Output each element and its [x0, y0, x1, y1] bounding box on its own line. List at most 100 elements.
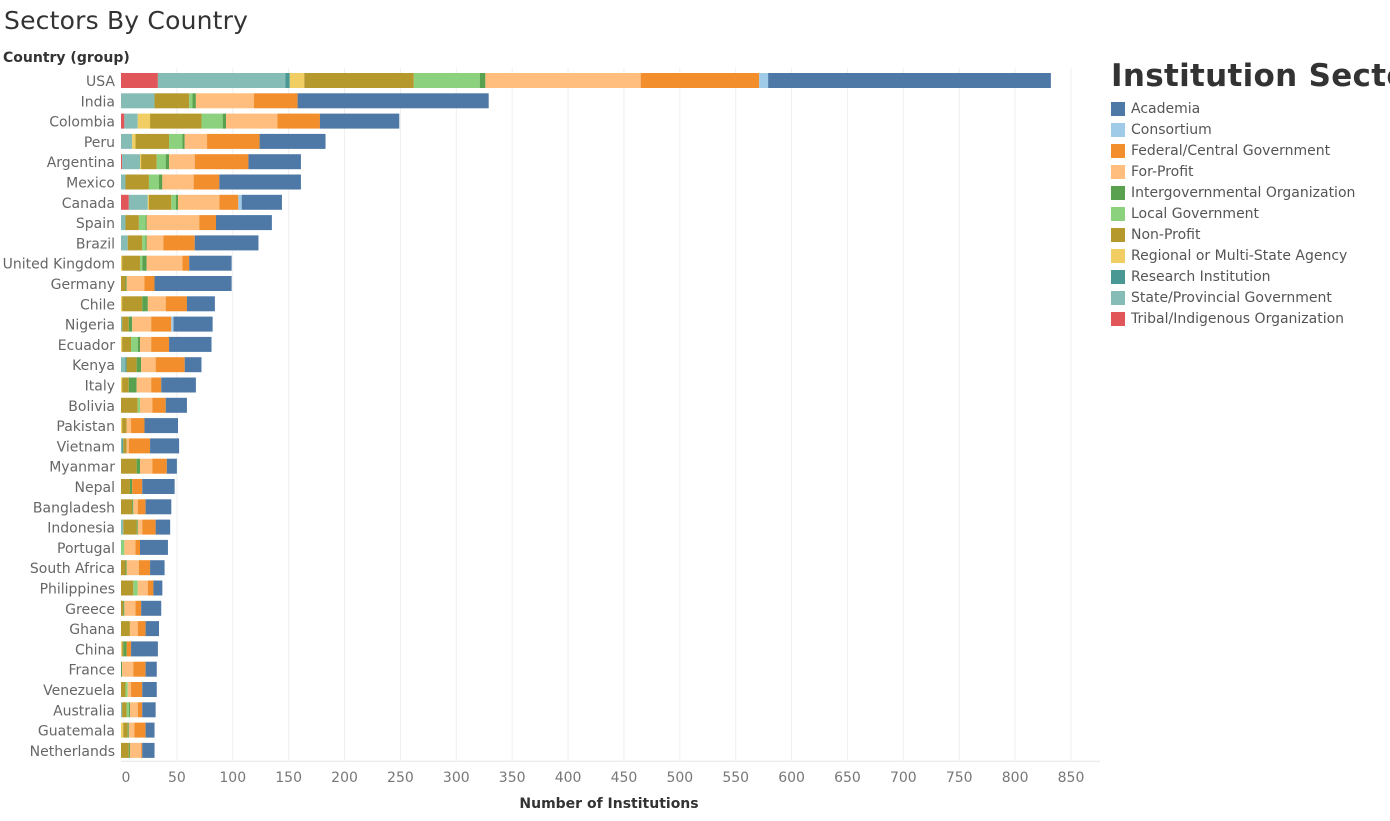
- bar-segment[interactable]: Bangladesh — Non-Profit: 10: [121, 499, 133, 515]
- bar-segment[interactable]: Peru — State/Provincial Government: 10: [121, 133, 133, 149]
- bar-segment[interactable]: Philippines — Local Government: 4: [133, 580, 138, 596]
- bar-segment[interactable]: Bolivia — For-Profit: 11: [140, 397, 153, 413]
- bar-segment[interactable]: Vietnam — State/Provincial Government: 1: [121, 438, 123, 454]
- bar-segment[interactable]: United Kingdom — Local Government: 2: [140, 255, 143, 271]
- bar-segment[interactable]: Greece — For-Profit: 10: [124, 600, 136, 616]
- bar-segment[interactable]: Brazil — Federal/Central Government: 28: [163, 235, 195, 251]
- bar-segment[interactable]: United Kingdom — Academia: 38: [189, 255, 232, 271]
- bar-segment[interactable]: Chile — Non-Profit: 18: [122, 296, 143, 312]
- bar-segment[interactable]: Venezuela — Local Government: 2: [125, 682, 128, 697]
- bar-segment[interactable]: Ghana — Federal/Central Government: 7: [137, 621, 146, 637]
- bar-segment[interactable]: Kenya — Federal/Central Government: 26: [155, 357, 185, 373]
- bar-segment[interactable]: Mexico — For-Profit: 28: [162, 174, 194, 190]
- bar-segment[interactable]: Mexico — Federal/Central Government: 23: [193, 174, 220, 190]
- bar-segment[interactable]: India — Local Government: 3: [189, 93, 193, 109]
- bar-segment[interactable]: Indonesia — Intergovernmental Organizati…: [136, 519, 138, 535]
- bar-segment[interactable]: Vietnam — Research Institution: 1: [122, 438, 124, 454]
- bar-segment[interactable]: Bangladesh — Federal/Central Government:…: [137, 499, 146, 515]
- bar-segment[interactable]: Indonesia — For-Profit: 4: [137, 519, 143, 535]
- bar-segment[interactable]: Spain — State/Provincial Government: 4: [121, 215, 126, 231]
- bar-segment[interactable]: Nigeria — For-Profit: 17: [132, 316, 152, 332]
- bar-segment[interactable]: Mexico — Intergovernmental Organization:…: [159, 174, 163, 190]
- bar-segment[interactable]: Netherlands — Federal/Central Government…: [141, 742, 143, 758]
- bar-segment[interactable]: Netherlands — Academia: 11: [142, 742, 155, 758]
- legend-item[interactable]: Local Government: [1111, 203, 1390, 224]
- bar-segment[interactable]: India — Non-Profit: 31: [154, 93, 190, 109]
- bar-segment[interactable]: Brazil — Non-Profit: 13: [127, 235, 143, 251]
- bar-segment[interactable]: Argentina — State/Provincial Government:…: [122, 154, 140, 170]
- bar-segment[interactable]: Greece — Non-Profit: 2: [121, 600, 124, 616]
- legend-item[interactable]: Research Institution: [1111, 266, 1390, 287]
- bar-segment[interactable]: China — Academia: 24: [131, 641, 158, 657]
- bar-segment[interactable]: Argentina — Regional or Multi-State Agen…: [140, 154, 142, 170]
- bar-segment[interactable]: Germany — Non-Profit: 4: [121, 276, 126, 291]
- bar-segment[interactable]: Canada — Consortium: 3: [238, 194, 242, 210]
- bar-segment[interactable]: Bangladesh — For-Profit: 4: [133, 499, 138, 515]
- bar-segment[interactable]: Philippines — Non-Profit: 11: [121, 580, 134, 596]
- bar-segment[interactable]: Vietnam — Academia: 26: [150, 438, 180, 454]
- bar-segment[interactable]: United Kingdom — For-Profit: 32: [146, 255, 183, 271]
- bar-segment[interactable]: Italy — Non-Profit: 6: [122, 377, 129, 393]
- bar-segment[interactable]: Guatemala — Non-Profit: 4: [123, 722, 128, 738]
- bar-segment[interactable]: France — Federal/Central Government: 11: [133, 661, 146, 677]
- bar-segment[interactable]: India — Intergovernmental Organization: …: [192, 93, 196, 109]
- bar-segment[interactable]: Argentina — Academia: 47: [248, 154, 301, 170]
- bar-segment[interactable]: Nepal — Non-Profit: 8: [121, 479, 130, 494]
- bar-segment[interactable]: Chile — Academia: 25: [186, 296, 215, 312]
- bar-segment[interactable]: Brazil — For-Profit: 15: [146, 235, 164, 251]
- bar-segment[interactable]: Canada — Local Government: 4: [171, 194, 176, 210]
- bar-segment[interactable]: Argentina — Tribal/Indigenous Organizati…: [121, 154, 123, 170]
- bar-segment[interactable]: United Kingdom — Federal/Central Governm…: [182, 255, 190, 271]
- bar-segment[interactable]: Brazil — Local Government: 3: [142, 235, 146, 251]
- bar-segment[interactable]: Nigeria — Federal/Central Government: 18: [151, 316, 172, 332]
- bar-segment[interactable]: Peru — Local Government: 12: [169, 133, 183, 149]
- bar-segment[interactable]: Pakistan — Non-Profit: 4: [122, 418, 127, 434]
- legend-item[interactable]: Intergovernmental Organization: [1111, 182, 1390, 203]
- bar-segment[interactable]: Pakistan — Academia: 30: [144, 418, 178, 434]
- bar-segment[interactable]: Philippines — Federal/Central Government…: [147, 580, 154, 596]
- bar-segment[interactable]: Australia — Federal/Central Government: …: [137, 702, 143, 718]
- bar-segment[interactable]: Pakistan — For-Profit: 4: [126, 418, 132, 434]
- bar-segment[interactable]: Canada — Tribal/Indigenous Organization:…: [121, 194, 129, 210]
- bar-segment[interactable]: Ecuador — Regional or Multi-State Agency…: [121, 336, 123, 352]
- bar-segment[interactable]: Venezuela — Academia: 13: [142, 682, 157, 697]
- bar-segment[interactable]: Chile — Federal/Central Government: 19: [165, 296, 187, 312]
- bar-segment[interactable]: Australia — Academia: 12: [142, 702, 156, 718]
- bar-segment[interactable]: Kenya — State/Provincial Government: 4: [121, 357, 126, 373]
- bar-segment[interactable]: Nepal — Academia: 29: [142, 479, 175, 494]
- bar-segment[interactable]: United Kingdom — Intergovernmental Organ…: [142, 255, 147, 271]
- bar-segment[interactable]: Colombia — Academia: 71: [319, 113, 400, 129]
- bar-segment[interactable]: Mexico — Academia: 73: [219, 174, 301, 190]
- bar-segment[interactable]: Indonesia — Academia: 13: [155, 519, 171, 535]
- bar-segment[interactable]: Nigeria — Non-Profit: 6: [122, 316, 129, 332]
- bar-segment[interactable]: Spain — Local Government: 6: [138, 215, 146, 231]
- bar-segment[interactable]: Venezuela — Non-Profit: 4: [121, 682, 126, 697]
- bar-segment[interactable]: United Kingdom — Non-Profit: 16: [122, 255, 140, 271]
- bar-segment[interactable]: Argentina — Local Government: 8: [156, 154, 166, 170]
- bar-segment[interactable]: Germany — Academia: 69: [154, 276, 232, 291]
- bar-segment[interactable]: Pakistan — Federal/Central Government: 1…: [131, 418, 145, 434]
- bar-segment[interactable]: Kenya — Non-Profit: 9: [126, 357, 137, 373]
- bar-segment[interactable]: Nigeria — Consortium: 2: [171, 316, 174, 332]
- bar-segment[interactable]: Netherlands — Non-Profit: 7: [121, 742, 129, 758]
- bar-segment[interactable]: Canada — For-Profit: 37: [178, 194, 220, 210]
- bar-segment[interactable]: Colombia — For-Profit: 46: [226, 113, 278, 129]
- bar-segment[interactable]: South Africa — Non-Profit: 4: [121, 560, 126, 576]
- bar-segment[interactable]: Nepal — Federal/Central Government: 9: [132, 479, 143, 494]
- bar-segment[interactable]: Portugal — Academia: 25: [140, 539, 168, 555]
- bar-segment[interactable]: Canada — State/Provincial Government: 17: [128, 194, 148, 210]
- legend-item[interactable]: Consortium: [1111, 119, 1390, 140]
- bar-segment[interactable]: Ecuador — Intergovernmental Organization…: [137, 336, 140, 352]
- bar-segment[interactable]: India — Federal/Central Government: 39: [254, 93, 298, 109]
- bar-segment[interactable]: Canada — Non-Profit: 20: [148, 194, 172, 210]
- bar-segment[interactable]: Germany — Federal/Central Government: 9: [144, 276, 155, 291]
- bar-segment[interactable]: Nepal — Intergovernmental Organization: …: [129, 479, 133, 494]
- bar-segment[interactable]: India — For-Profit: 52: [195, 93, 254, 109]
- bar-segment[interactable]: USA — State/Provincial Government: 114: [157, 73, 286, 88]
- bar-segment[interactable]: Greece — Federal/Central Government: 5: [135, 600, 142, 616]
- bar-segment[interactable]: Myanmar — For-Profit: 11: [140, 458, 153, 474]
- bar-segment[interactable]: South Africa — Academia: 13: [150, 560, 165, 576]
- legend-item[interactable]: Academia: [1111, 98, 1390, 119]
- bar-segment[interactable]: Bangladesh — Intergovernmental Organizat…: [132, 499, 134, 515]
- bar-segment[interactable]: Colombia — Regional or Multi-State Agenc…: [137, 113, 151, 129]
